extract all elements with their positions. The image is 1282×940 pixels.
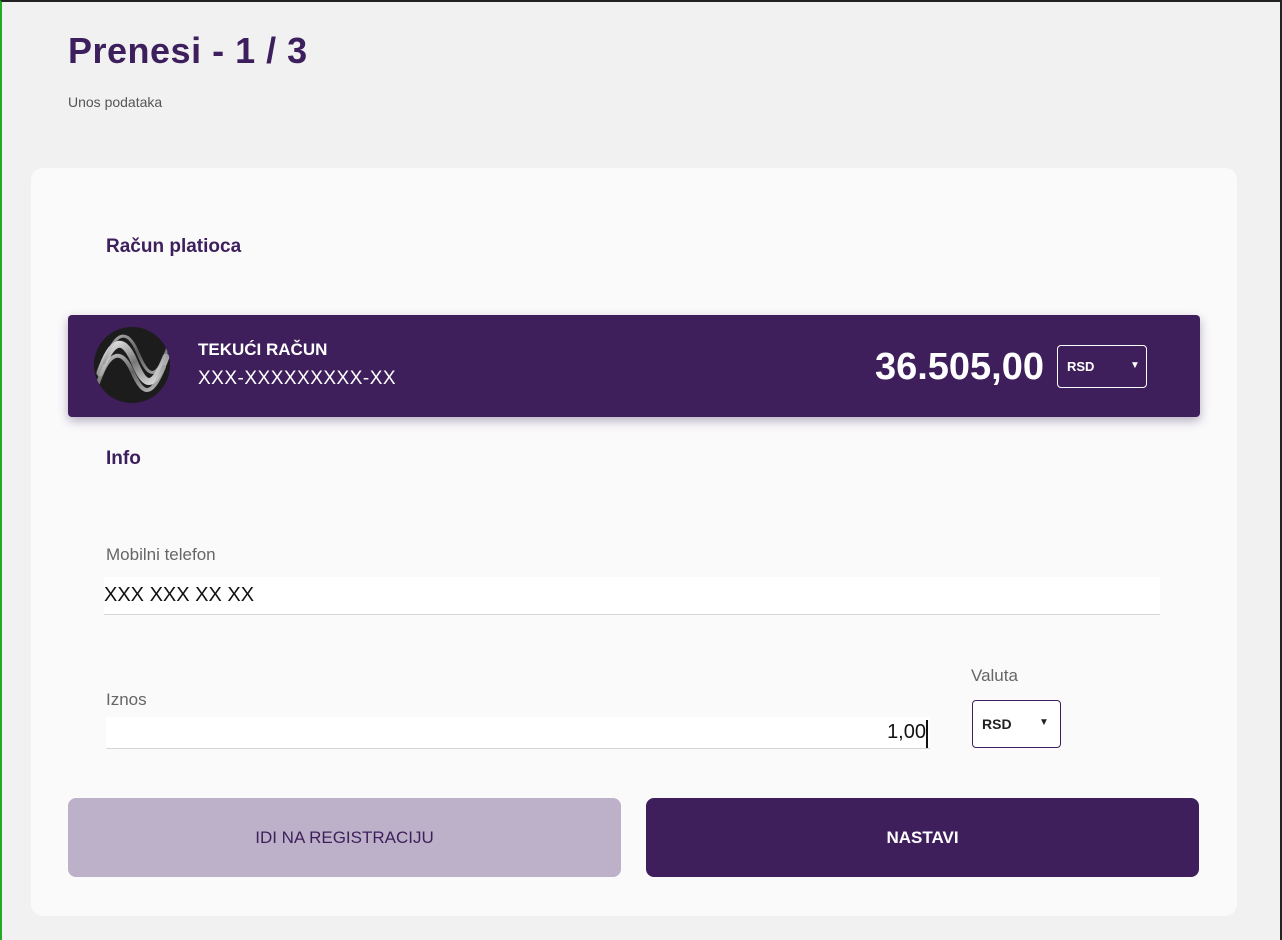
chevron-down-icon: ▼ xyxy=(1130,360,1140,371)
account-currency-select[interactable]: RSD ▼ xyxy=(1057,345,1147,388)
phone-label: Mobilni telefon xyxy=(106,545,216,564)
account-currency-value: RSD xyxy=(1067,359,1095,374)
currency-label: Valuta xyxy=(971,666,1018,685)
page-subtitle: Unos podataka xyxy=(68,94,163,110)
continue-button[interactable]: NASTAVI xyxy=(646,798,1199,877)
currency-select[interactable]: RSD ▼ xyxy=(972,700,1061,748)
account-type-label: TEKUĆI RAČUN xyxy=(198,340,328,359)
amount-label: Iznos xyxy=(106,690,147,709)
page-title: Prenesi - 1 / 3 xyxy=(68,30,308,71)
bank-logo-icon xyxy=(94,327,170,403)
currency-select-value: RSD xyxy=(982,716,1012,732)
phone-input[interactable] xyxy=(104,577,1160,615)
go-to-registration-button[interactable]: IDI NA REGISTRACIJU xyxy=(68,798,621,877)
chevron-down-icon: ▼ xyxy=(1039,717,1049,728)
account-balance: 36.505,00 xyxy=(874,346,1044,388)
text-cursor xyxy=(926,720,928,748)
payer-account-heading: Račun platioca xyxy=(106,236,242,257)
amount-input[interactable] xyxy=(106,717,930,749)
info-heading: Info xyxy=(106,448,141,469)
account-number: XXX-XXXXXXXXX-XX xyxy=(198,368,397,389)
